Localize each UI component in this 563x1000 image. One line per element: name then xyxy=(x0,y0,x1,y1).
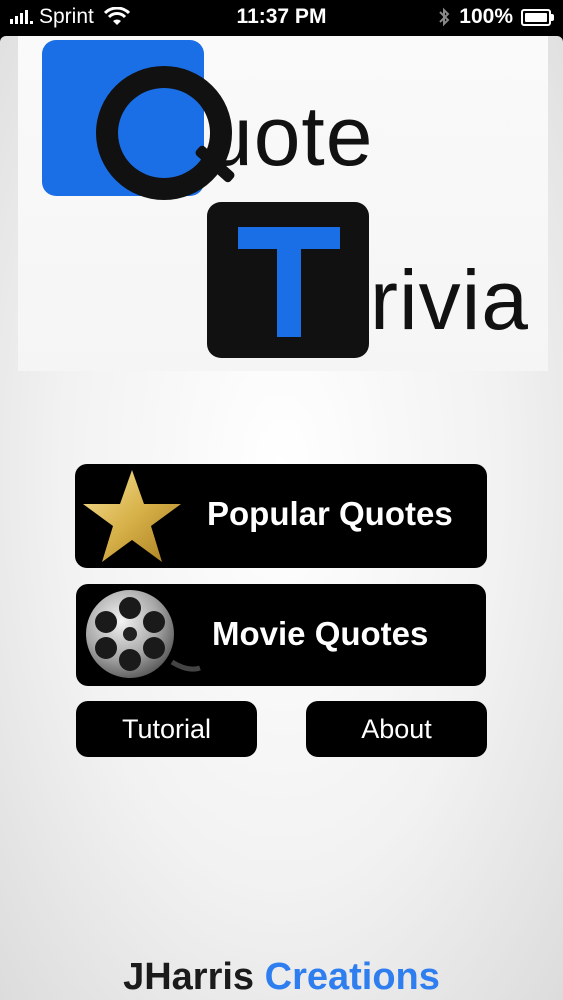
credit-creations: Creations xyxy=(264,956,440,998)
battery-icon xyxy=(521,8,554,26)
logo-word-quote: uote xyxy=(206,89,374,183)
movie-quotes-button[interactable]: Movie Quotes xyxy=(76,584,486,686)
movie-quotes-label: Movie Quotes xyxy=(212,615,429,652)
film-reel-icon xyxy=(86,590,201,678)
logo-word-trivia: rivia xyxy=(370,253,530,347)
credit-name: JHarris xyxy=(123,956,255,998)
tutorial-button[interactable]: Tutorial xyxy=(76,701,257,757)
home-screen: uote rivia Popular Quotes Movie Quotes T… xyxy=(0,36,563,1000)
status-right: 100% xyxy=(437,5,554,29)
logo-t-stem xyxy=(277,227,301,337)
tutorial-label: Tutorial xyxy=(121,713,212,744)
logo-q-tile xyxy=(42,40,237,200)
status-bar: Sprint 11:37 PM 100% xyxy=(0,0,563,36)
popular-quotes-label: Popular Quotes xyxy=(207,495,453,532)
star-icon xyxy=(83,470,181,562)
battery-percent: 100% xyxy=(459,5,513,28)
about-button[interactable]: About xyxy=(306,701,487,757)
about-label: About xyxy=(361,713,432,744)
bluetooth-icon xyxy=(439,7,450,27)
app-logo: uote rivia xyxy=(18,36,548,371)
developer-credit: JHarris Creations xyxy=(0,956,563,999)
popular-quotes-button[interactable]: Popular Quotes xyxy=(75,464,487,568)
logo-t-tile xyxy=(207,202,369,358)
